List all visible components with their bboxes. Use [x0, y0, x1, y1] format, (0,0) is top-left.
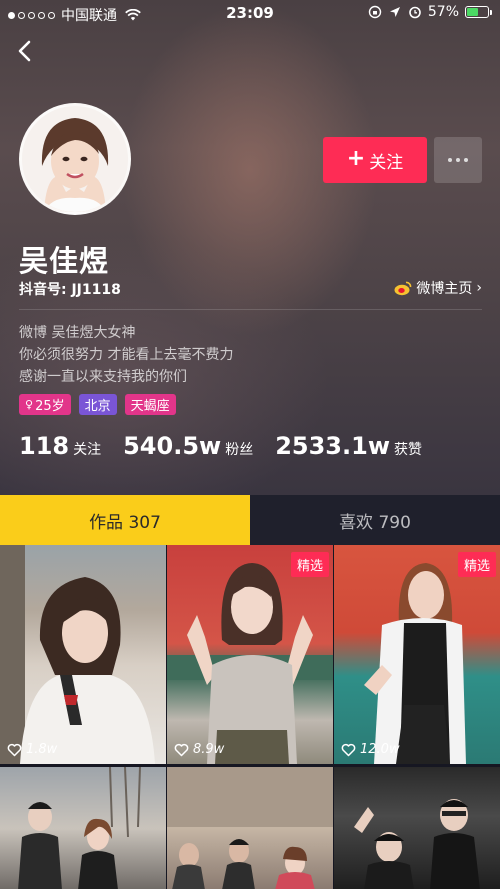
profile-stats: 118 关注 540.5w 粉丝 2533.1w 获赞: [19, 432, 444, 460]
alarm-icon: [409, 6, 421, 19]
video-thumbnail-image: [364, 563, 466, 764]
city-tag: 北京: [78, 394, 117, 415]
video-thumbnail-image: [167, 767, 333, 889]
avatar-portrait-image: [22, 106, 128, 212]
likes-label: 获赞: [394, 442, 422, 458]
status-bar: 中国联通 23:09 57%: [0, 0, 500, 26]
following-stat[interactable]: 118 关注: [19, 432, 101, 460]
featured-badge: 精选: [290, 552, 329, 577]
like-count: 12.0w: [341, 742, 400, 757]
video-thumbnail-image: [354, 799, 480, 889]
like-count-label: 1.8w: [26, 742, 58, 757]
bio-line: 微博 吴佳煜大女神: [19, 325, 136, 341]
content-tabs: 作品 307 喜欢 790: [0, 495, 500, 545]
video-thumbnail[interactable]: [334, 767, 500, 889]
location-icon: [389, 7, 400, 17]
female-icon: ♀: [25, 398, 34, 411]
chevron-right-icon: ›: [476, 280, 482, 296]
rotation-lock-icon: [368, 5, 382, 19]
ellipsis-icon: [448, 158, 452, 162]
weibo-icon: [394, 281, 412, 296]
divider: [19, 309, 482, 310]
video-thumbnail-image: [0, 545, 155, 764]
bio-line: 感谢一直以来支持我的你们: [19, 369, 187, 385]
fans-label: 粉丝: [225, 442, 254, 458]
weibo-homepage-link[interactable]: 微博主页 ›: [394, 278, 482, 298]
video-thumbnail[interactable]: 1.8w: [0, 545, 166, 764]
tab-likes[interactable]: 喜欢 790: [250, 495, 500, 545]
follow-button-label: 关注: [369, 152, 404, 173]
following-count: 118: [19, 432, 70, 460]
like-count-label: 8.9w: [193, 742, 225, 757]
likes-stat: 2533.1w 获赞: [275, 432, 422, 460]
bio-line: 你必须很努力 才能看上去毫不费力: [19, 347, 234, 363]
age-tag: ♀ 25岁: [19, 394, 71, 415]
age-tag-label: 25岁: [35, 399, 65, 414]
fans-count: 540.5w: [123, 432, 222, 460]
following-label: 关注: [73, 442, 102, 458]
bio: 微博 吴佳煜大女神 你必须很努力 才能看上去毫不费力 感谢一直以来支持我的你们: [19, 322, 233, 388]
zodiac-tag: 天蝎座: [124, 394, 176, 415]
like-count: 1.8w: [7, 742, 57, 757]
like-count: 8.9w: [174, 742, 224, 757]
heart-icon: [174, 743, 189, 756]
battery-percent: 57%: [427, 4, 459, 20]
video-thumbnail[interactable]: 精选 8.9w: [167, 545, 333, 764]
plus-icon: +: [346, 146, 366, 171]
more-options-button[interactable]: [434, 137, 482, 183]
follow-button[interactable]: + 关注: [323, 137, 427, 183]
video-thumbnail-image: [167, 563, 333, 764]
video-thumbnail[interactable]: [167, 767, 333, 889]
fans-stat[interactable]: 540.5w 粉丝: [123, 432, 253, 460]
likes-count: 2533.1w: [275, 432, 390, 460]
heart-icon: [341, 743, 356, 756]
video-thumbnail[interactable]: 精选 12.0w: [334, 545, 500, 764]
video-thumbnail[interactable]: [0, 767, 166, 889]
status-right: 57%: [368, 4, 492, 20]
weibo-link-label: 微博主页: [416, 281, 473, 297]
heart-icon: [7, 743, 22, 756]
profile-tags: ♀ 25岁 北京 天蝎座: [19, 394, 176, 415]
video-grid: 1.8w 精选 8.9w 精选 12.0w: [0, 545, 500, 889]
profile-name: 吴佳煜: [19, 244, 110, 278]
featured-badge: 精选: [457, 552, 496, 577]
back-button[interactable]: [12, 38, 38, 64]
tab-works[interactable]: 作品 307: [0, 495, 250, 545]
douyin-id: 抖音号: JJ1118: [19, 282, 121, 298]
battery-icon: [465, 6, 492, 18]
video-thumbnail-image: [18, 767, 141, 889]
like-count-label: 12.0w: [360, 742, 400, 757]
avatar[interactable]: [19, 103, 131, 215]
